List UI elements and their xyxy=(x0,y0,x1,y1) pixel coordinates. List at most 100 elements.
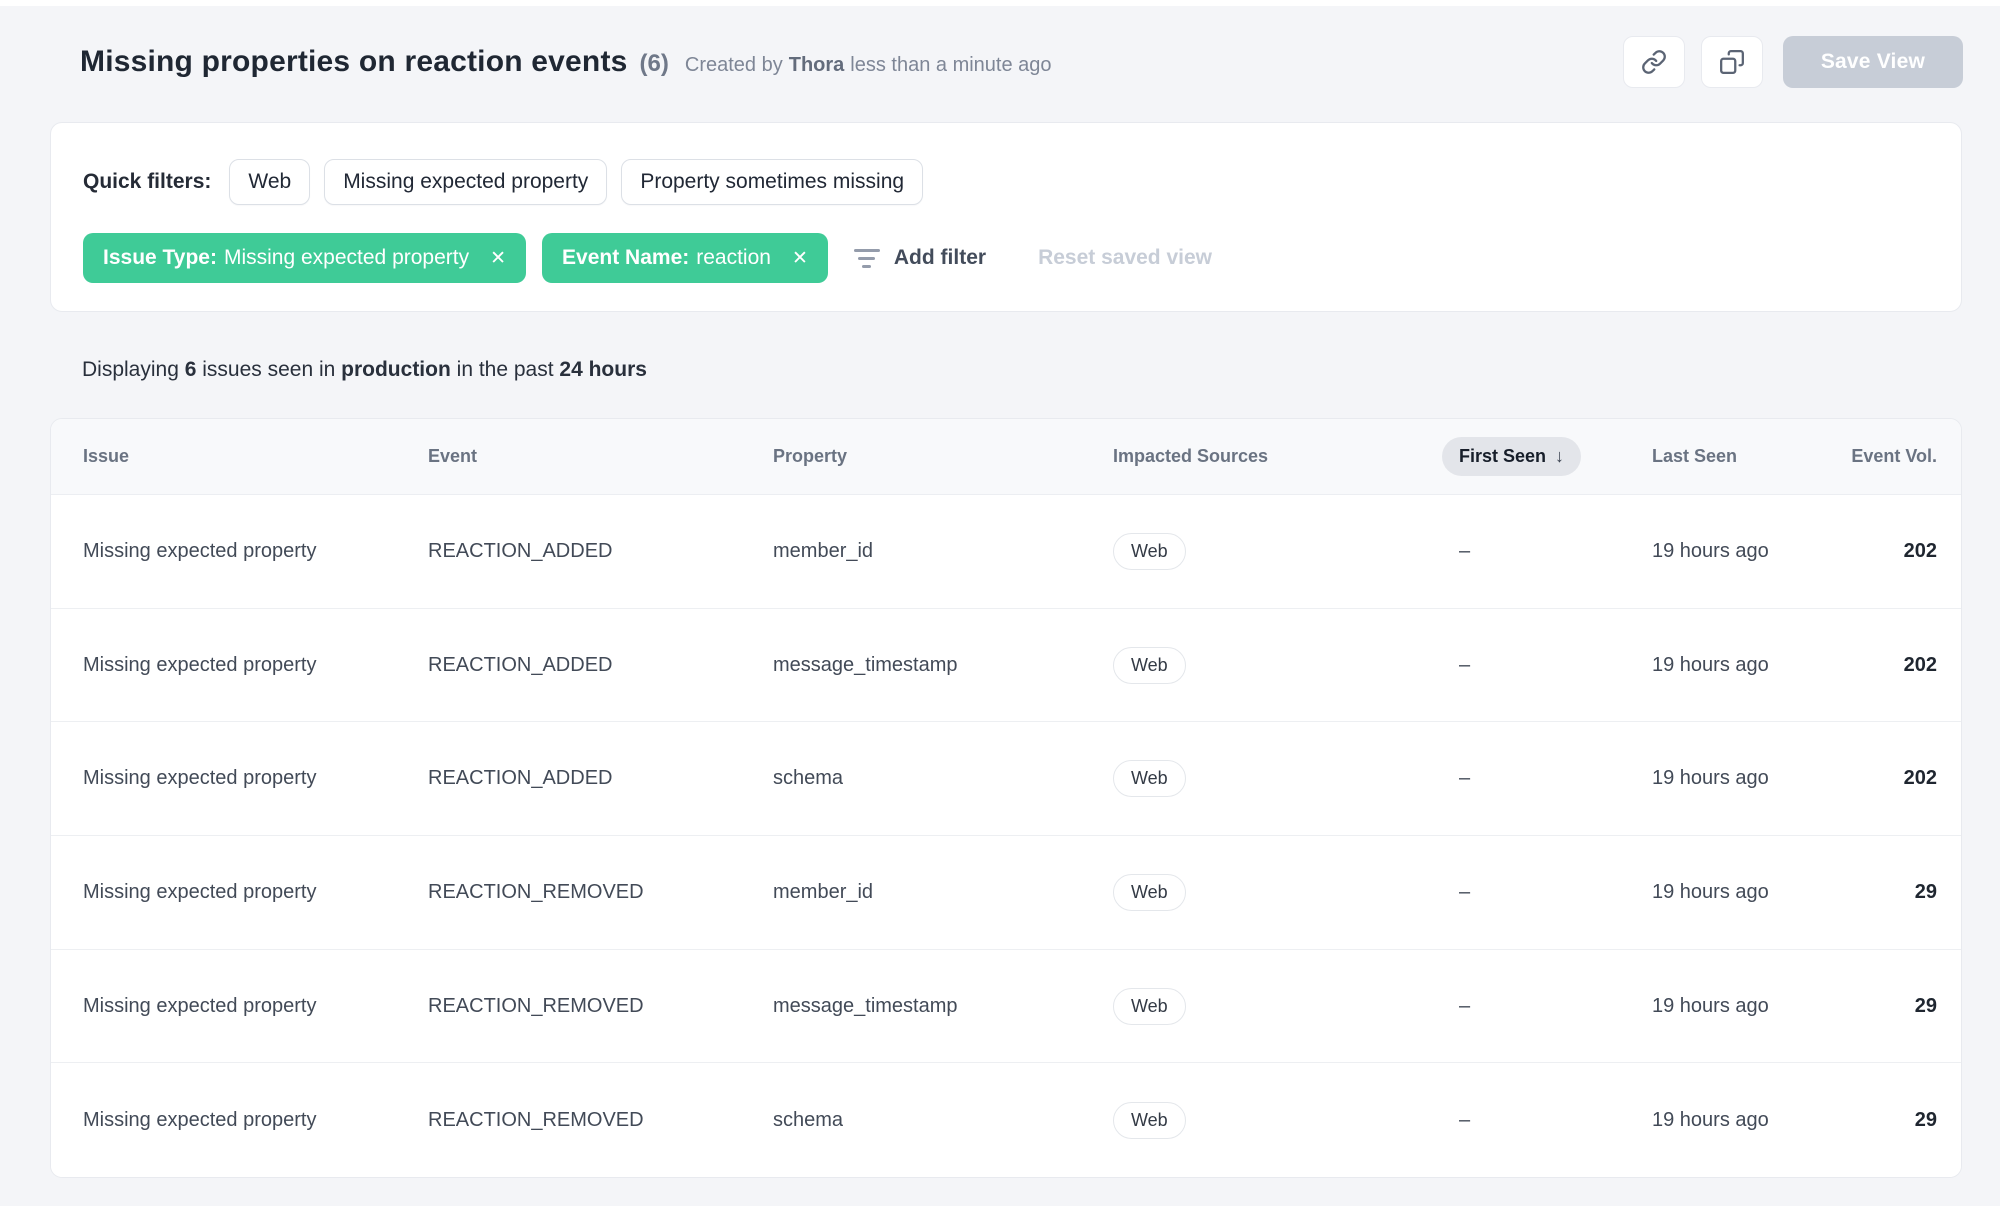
cell-event-vol: 29 xyxy=(1914,880,1937,903)
filter-tag-value: reaction xyxy=(696,246,771,269)
cell-impacted-sources: Web xyxy=(1113,1101,1459,1139)
cell-event-vol: 29 xyxy=(1914,1108,1937,1131)
cell-last-seen: 19 hours ago xyxy=(1652,1108,1769,1131)
table-row[interactable]: Missing expected property REACTION_REMOVE… xyxy=(51,949,1961,1064)
created-by-name: Thora xyxy=(788,54,845,76)
first-seen-label: First Seen xyxy=(1459,446,1547,466)
filter-tag-value: Missing expected property xyxy=(223,246,470,269)
link-icon xyxy=(1641,50,1666,74)
active-filter-tag[interactable]: Issue Type: Missing expected property ✕ xyxy=(83,233,527,283)
table-row[interactable]: Missing expected property REACTION_REMOVE… xyxy=(51,1063,1961,1178)
cell-impacted-sources: Web xyxy=(1113,760,1459,798)
quick-filter-chip[interactable]: Missing expected property xyxy=(324,159,608,205)
cell-first-seen: – xyxy=(1459,994,1471,1017)
save-view-button[interactable]: Save View xyxy=(1782,36,1963,88)
cell-first-seen: – xyxy=(1459,539,1471,562)
remove-filter-icon[interactable]: ✕ xyxy=(490,249,506,268)
table-body: Missing expected property REACTION_ADDED m… xyxy=(51,495,1961,1178)
quick-filter-chip[interactable]: Property sometimes missing xyxy=(621,159,924,205)
copy-link-button[interactable] xyxy=(1622,36,1685,88)
created-by-prefix: Created by xyxy=(684,54,783,76)
page-header: Missing properties on reaction events (6… xyxy=(80,36,1963,88)
active-filters-row: Issue Type: Missing expected property ✕ Eve… xyxy=(83,233,1929,283)
cell-issue: Missing expected property xyxy=(83,539,317,562)
cell-last-seen: 19 hours ago xyxy=(1652,994,1769,1017)
cell-issue: Missing expected property xyxy=(83,653,317,676)
active-filter-tags: Issue Type: Missing expected property ✕ Eve… xyxy=(83,233,828,283)
created-by-time: less than a minute ago xyxy=(850,54,1052,76)
title-group: Missing properties on reaction events (6… xyxy=(80,45,1052,79)
source-badge: Web xyxy=(1113,760,1186,798)
cell-property: message_timestamp xyxy=(773,653,958,676)
cell-issue: Missing expected property xyxy=(83,880,317,903)
cell-property: member_id xyxy=(773,539,874,562)
filter-icon xyxy=(853,248,880,268)
cell-event: REACTION_ADDED xyxy=(428,539,613,562)
header-actions: Save View xyxy=(1622,36,1963,88)
source-badge: Web xyxy=(1113,987,1186,1025)
cell-impacted-sources: Web xyxy=(1113,873,1459,911)
status-segment: issues seen in xyxy=(196,358,342,381)
add-filter-label: Add filter xyxy=(893,246,987,269)
cell-event-vol: 202 xyxy=(1903,767,1937,790)
table-row[interactable]: Missing expected property REACTION_REMOVE… xyxy=(51,836,1961,950)
table-row[interactable]: Missing expected property REACTION_ADDED m… xyxy=(51,608,1961,723)
cell-last-seen: 19 hours ago xyxy=(1652,653,1769,676)
duplicate-view-button[interactable] xyxy=(1700,36,1763,88)
cell-property: schema xyxy=(773,1108,844,1131)
column-header-first-seen: First Seen ↓ xyxy=(1442,437,1652,476)
source-badge: Web xyxy=(1113,1101,1186,1139)
active-filter-tag[interactable]: Event Name: reaction ✕ xyxy=(542,233,828,283)
column-header-property[interactable]: Property xyxy=(773,446,1113,467)
cell-impacted-sources: Web xyxy=(1113,646,1459,684)
column-header-last-seen[interactable]: Last Seen xyxy=(1652,446,1812,467)
cell-event: REACTION_REMOVED xyxy=(428,994,644,1017)
cell-event-vol: 202 xyxy=(1903,653,1937,676)
add-filter-button[interactable]: Add filter xyxy=(853,246,987,270)
cell-issue: Missing expected property xyxy=(83,767,317,790)
cell-last-seen: 19 hours ago xyxy=(1652,539,1769,562)
issues-table: Issue Event Property Impacted Sources Fi… xyxy=(50,418,1962,1179)
cell-impacted-sources: Web xyxy=(1113,532,1459,570)
cell-issue: Missing expected property xyxy=(83,994,317,1017)
cell-impacted-sources: Web xyxy=(1113,987,1459,1025)
cell-first-seen: – xyxy=(1459,880,1471,903)
quick-filter-chips: Web Missing expected property Property som… xyxy=(229,159,924,205)
filter-tag-label: Issue Type: xyxy=(103,246,217,269)
quick-filters-row: Quick filters: Web Missing expected prope… xyxy=(83,159,1929,205)
column-header-impacted-sources[interactable]: Impacted Sources xyxy=(1113,446,1459,467)
status-segment: in the past xyxy=(450,358,560,381)
status-segment: Displaying xyxy=(82,358,185,381)
status-segment: production xyxy=(341,358,451,381)
sort-descending-icon: ↓ xyxy=(1555,446,1565,466)
cell-property: message_timestamp xyxy=(773,994,958,1017)
column-header-issue[interactable]: Issue xyxy=(83,446,428,467)
cell-last-seen: 19 hours ago xyxy=(1652,880,1769,903)
cell-first-seen: – xyxy=(1459,653,1471,676)
cell-event-vol: 29 xyxy=(1914,994,1937,1017)
cell-issue: Missing expected property xyxy=(83,1108,317,1131)
page-title: Missing properties on reaction events xyxy=(80,45,628,78)
first-seen-sort-button[interactable]: First Seen ↓ xyxy=(1442,437,1582,476)
cell-last-seen: 19 hours ago xyxy=(1652,767,1769,790)
issue-count-badge: (6) xyxy=(639,50,669,77)
source-badge: Web xyxy=(1113,646,1186,684)
cell-first-seen: – xyxy=(1459,1108,1471,1131)
table-row[interactable]: Missing expected property REACTION_ADDED m… xyxy=(51,495,1961,609)
source-badge: Web xyxy=(1113,873,1186,911)
quick-filter-chip[interactable]: Web xyxy=(229,159,311,205)
cell-property: member_id xyxy=(773,880,874,903)
cell-event: REACTION_ADDED xyxy=(428,767,613,790)
status-segment: 6 xyxy=(184,358,197,381)
created-by-line: Created by Thora less than a minute ago xyxy=(685,54,1052,77)
reset-saved-view-button[interactable]: Reset saved view xyxy=(1038,246,1212,270)
cell-event: REACTION_REMOVED xyxy=(428,1108,644,1131)
table-row[interactable]: Missing expected property REACTION_ADDED s… xyxy=(51,722,1961,837)
copy-icon xyxy=(1719,50,1744,74)
status-segment: 24 hours xyxy=(559,358,647,381)
column-header-event-vol[interactable]: Event Vol. xyxy=(1812,446,1937,467)
table-header-row: Issue Event Property Impacted Sources Fi… xyxy=(51,419,1961,495)
filter-tag-label: Event Name: xyxy=(562,246,690,269)
column-header-event[interactable]: Event xyxy=(428,446,773,467)
remove-filter-icon[interactable]: ✕ xyxy=(792,249,808,268)
